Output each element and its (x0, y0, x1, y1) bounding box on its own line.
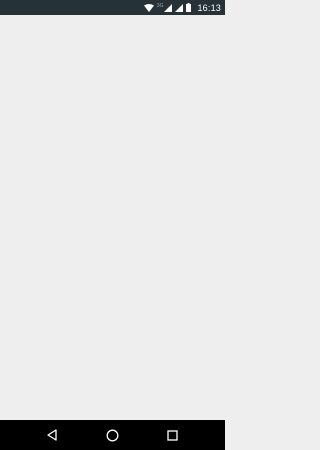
back-icon (47, 429, 57, 441)
status-icons: 3G 16:13 (143, 0, 221, 15)
status-bar: 3G 16:13 (0, 0, 225, 15)
signal-icon (175, 3, 184, 12)
wifi-icon (143, 3, 154, 12)
navigation-bar (0, 420, 225, 450)
status-clock: 16:13 (197, 2, 221, 13)
home-icon (106, 429, 119, 441)
app-content-area[interactable] (0, 15, 225, 420)
phone-screen: 3G 16:13 (0, 0, 225, 450)
home-button[interactable] (97, 420, 127, 450)
network-type-label: 3G (156, 2, 164, 9)
signal-icon (164, 3, 173, 12)
recents-button[interactable] (158, 420, 188, 450)
battery-icon (186, 3, 192, 12)
recents-icon (167, 429, 178, 441)
back-button[interactable] (37, 420, 67, 450)
